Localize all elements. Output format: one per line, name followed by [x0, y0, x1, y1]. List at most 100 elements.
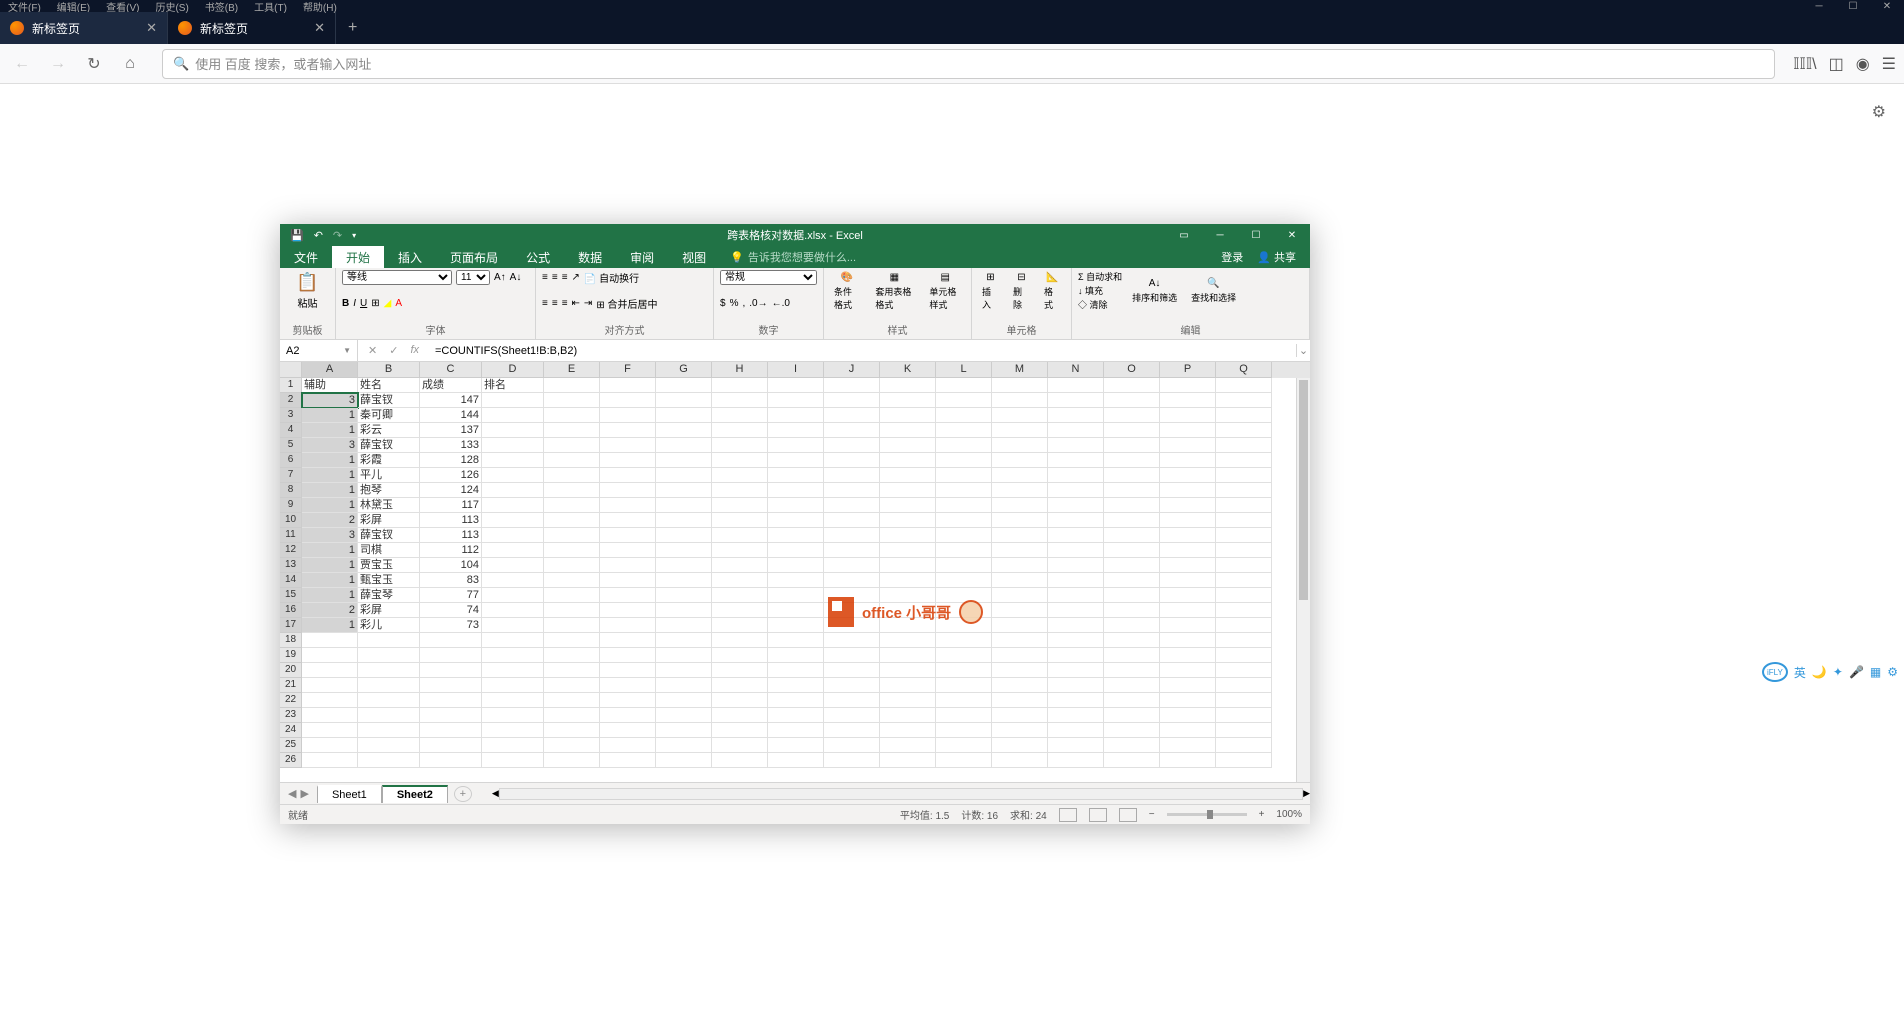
cell-H12[interactable] — [712, 543, 768, 558]
cell-Q10[interactable] — [1216, 513, 1272, 528]
cell-O24[interactable] — [1104, 723, 1160, 738]
row-header-22[interactable]: 22 — [280, 693, 302, 708]
cell-J12[interactable] — [824, 543, 880, 558]
cell-M11[interactable] — [992, 528, 1048, 543]
column-header-B[interactable]: B — [358, 362, 420, 378]
hscroll-left-icon[interactable]: ◀ — [492, 788, 499, 799]
cell-H17[interactable] — [712, 618, 768, 633]
cell-I24[interactable] — [768, 723, 824, 738]
home-button[interactable]: ⌂ — [116, 50, 144, 78]
cell-Q8[interactable] — [1216, 483, 1272, 498]
cell-D17[interactable] — [482, 618, 544, 633]
cell-K9[interactable] — [880, 498, 936, 513]
cell-B7[interactable]: 平儿 — [358, 468, 420, 483]
cell-K8[interactable] — [880, 483, 936, 498]
cell-L16[interactable] — [936, 603, 992, 618]
accept-formula-icon[interactable]: ✓ — [389, 344, 398, 357]
cell-P26[interactable] — [1160, 753, 1216, 768]
cell-C5[interactable]: 133 — [420, 438, 482, 453]
cell-B20[interactable] — [358, 663, 420, 678]
cell-D22[interactable] — [482, 693, 544, 708]
cell-O5[interactable] — [1104, 438, 1160, 453]
cell-G26[interactable] — [656, 753, 712, 768]
cell-C3[interactable]: 144 — [420, 408, 482, 423]
cell-F23[interactable] — [600, 708, 656, 723]
row-header-12[interactable]: 12 — [280, 543, 302, 558]
row-header-13[interactable]: 13 — [280, 558, 302, 573]
cell-C1[interactable]: 成绩 — [420, 378, 482, 393]
cell-E22[interactable] — [544, 693, 600, 708]
page-break-view-icon[interactable] — [1119, 808, 1137, 822]
cell-E11[interactable] — [544, 528, 600, 543]
cell-M25[interactable] — [992, 738, 1048, 753]
cell-E3[interactable] — [544, 408, 600, 423]
cell-M20[interactable] — [992, 663, 1048, 678]
cell-C18[interactable] — [420, 633, 482, 648]
cell-B2[interactable]: 薛宝钗 — [358, 393, 420, 408]
bold-button[interactable]: B — [342, 298, 349, 309]
row-header-8[interactable]: 8 — [280, 483, 302, 498]
cell-G14[interactable] — [656, 573, 712, 588]
ribbon-tab-data[interactable]: 数据 — [564, 246, 616, 268]
cell-C14[interactable]: 83 — [420, 573, 482, 588]
cell-K23[interactable] — [880, 708, 936, 723]
cell-B23[interactable] — [358, 708, 420, 723]
cell-I8[interactable] — [768, 483, 824, 498]
cell-L9[interactable] — [936, 498, 992, 513]
orientation-icon[interactable]: ↗ — [572, 272, 580, 283]
column-header-A[interactable]: A — [302, 362, 358, 378]
cell-F6[interactable] — [600, 453, 656, 468]
cell-D15[interactable] — [482, 588, 544, 603]
cell-E17[interactable] — [544, 618, 600, 633]
cell-D8[interactable] — [482, 483, 544, 498]
percent-icon[interactable]: % — [730, 298, 739, 309]
cell-G13[interactable] — [656, 558, 712, 573]
cell-O21[interactable] — [1104, 678, 1160, 693]
cell-G8[interactable] — [656, 483, 712, 498]
cell-B22[interactable] — [358, 693, 420, 708]
cell-Q3[interactable] — [1216, 408, 1272, 423]
cell-N6[interactable] — [1048, 453, 1104, 468]
cell-I14[interactable] — [768, 573, 824, 588]
cell-N15[interactable] — [1048, 588, 1104, 603]
ribbon-tab-review[interactable]: 审阅 — [616, 246, 668, 268]
cell-G24[interactable] — [656, 723, 712, 738]
cell-M2[interactable] — [992, 393, 1048, 408]
cell-L15[interactable] — [936, 588, 992, 603]
cell-A2[interactable]: 3 — [302, 393, 358, 408]
cell-L7[interactable] — [936, 468, 992, 483]
cell-D23[interactable] — [482, 708, 544, 723]
cell-A5[interactable]: 3 — [302, 438, 358, 453]
cell-H13[interactable] — [712, 558, 768, 573]
cell-P20[interactable] — [1160, 663, 1216, 678]
cell-N19[interactable] — [1048, 648, 1104, 663]
column-header-E[interactable]: E — [544, 362, 600, 378]
cell-D18[interactable] — [482, 633, 544, 648]
cell-P3[interactable] — [1160, 408, 1216, 423]
cell-H8[interactable] — [712, 483, 768, 498]
cell-J18[interactable] — [824, 633, 880, 648]
back-button[interactable]: ← — [8, 50, 36, 78]
cell-A16[interactable]: 2 — [302, 603, 358, 618]
cell-G15[interactable] — [656, 588, 712, 603]
cell-O9[interactable] — [1104, 498, 1160, 513]
cell-L3[interactable] — [936, 408, 992, 423]
cell-F10[interactable] — [600, 513, 656, 528]
cell-D25[interactable] — [482, 738, 544, 753]
cell-H22[interactable] — [712, 693, 768, 708]
cell-H4[interactable] — [712, 423, 768, 438]
cell-N14[interactable] — [1048, 573, 1104, 588]
cell-N26[interactable] — [1048, 753, 1104, 768]
column-header-D[interactable]: D — [482, 362, 544, 378]
cell-C15[interactable]: 77 — [420, 588, 482, 603]
cell-Q19[interactable] — [1216, 648, 1272, 663]
cell-C22[interactable] — [420, 693, 482, 708]
row-header-6[interactable]: 6 — [280, 453, 302, 468]
ime-lang[interactable]: 英 — [1794, 664, 1806, 681]
column-header-P[interactable]: P — [1160, 362, 1216, 378]
cell-F8[interactable] — [600, 483, 656, 498]
cell-G3[interactable] — [656, 408, 712, 423]
cell-P10[interactable] — [1160, 513, 1216, 528]
cell-M7[interactable] — [992, 468, 1048, 483]
cell-F24[interactable] — [600, 723, 656, 738]
